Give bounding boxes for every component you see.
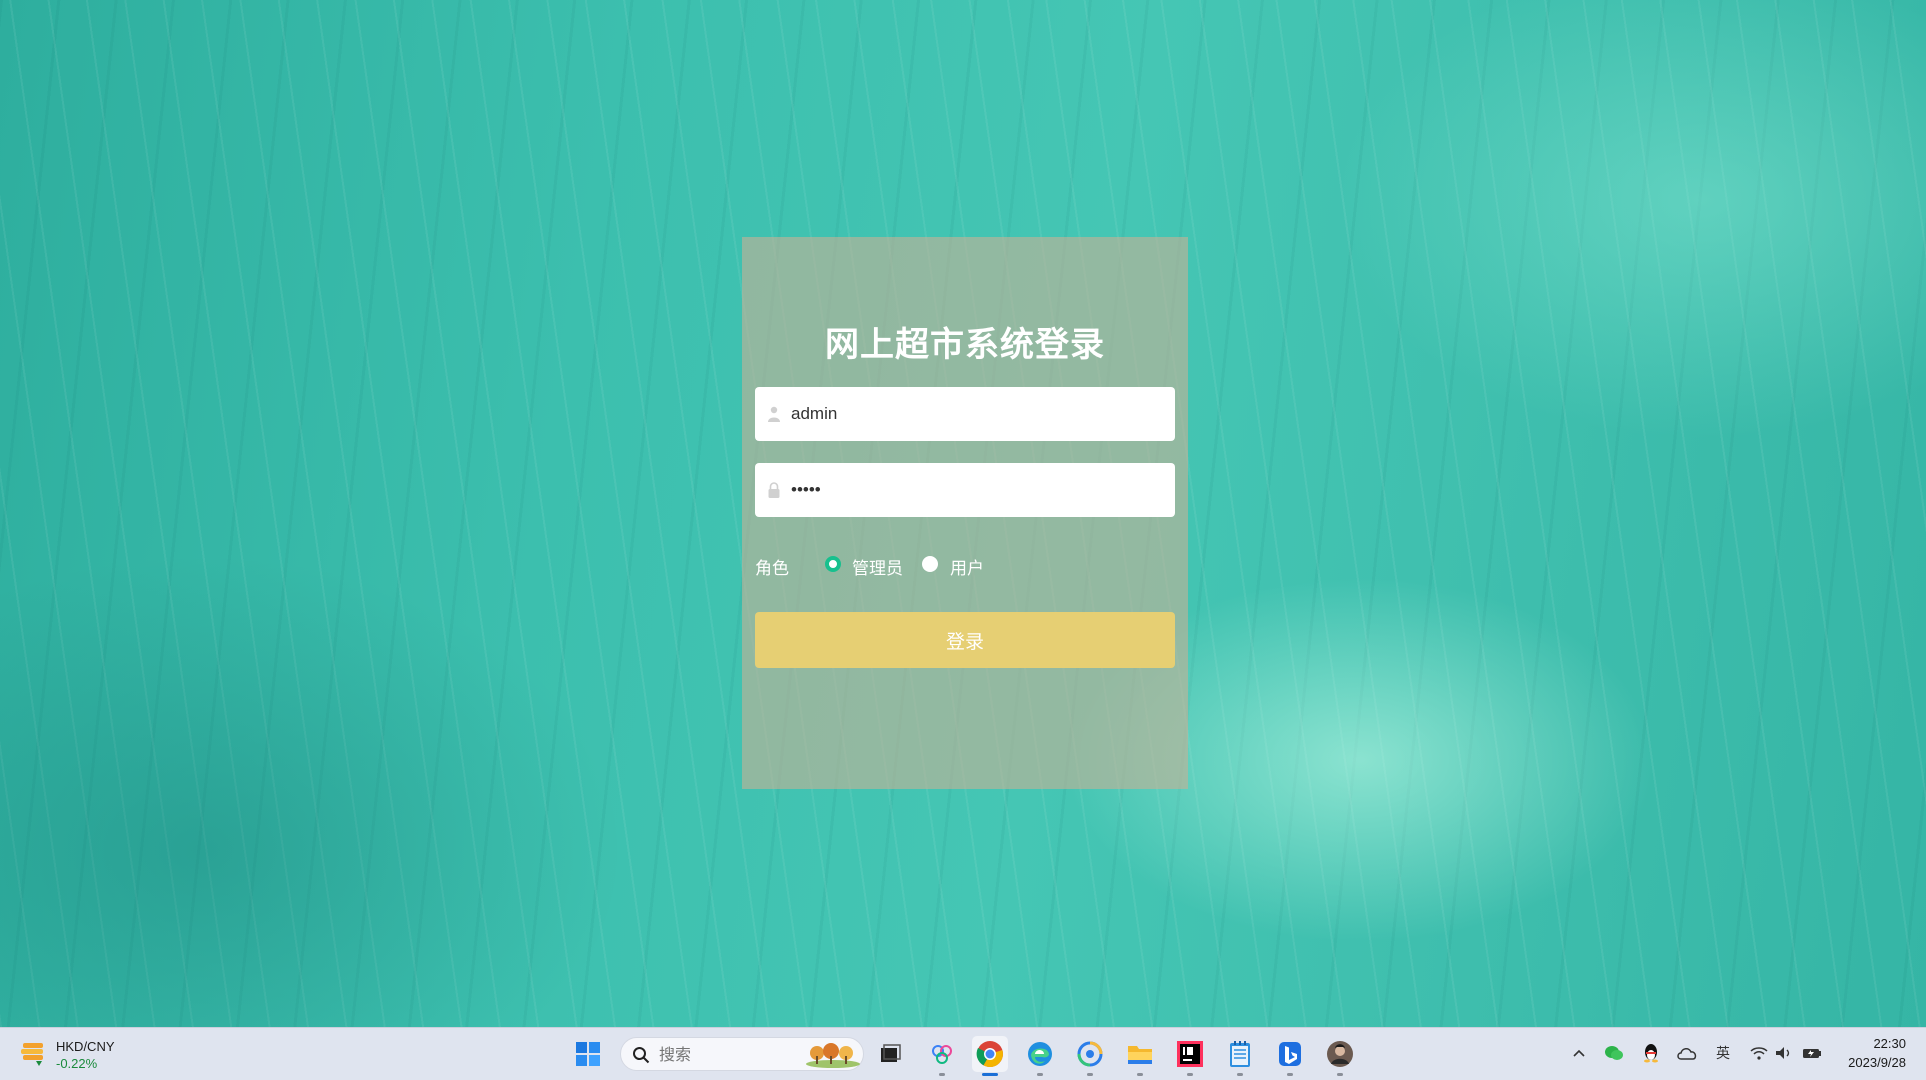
task-view-button[interactable] <box>872 1036 908 1072</box>
show-hidden-icons-button[interactable] <box>1568 1042 1590 1064</box>
search-highlight-trees-icon <box>806 1043 860 1068</box>
password-input[interactable] <box>791 463 1161 517</box>
search-icon <box>633 1047 650 1064</box>
username-input[interactable] <box>791 387 1161 441</box>
role-selector: 角色 管理员 用户 <box>755 550 1175 580</box>
exchange-rate-icon <box>21 1043 43 1066</box>
taskbar-app-chrome[interactable] <box>972 1036 1008 1076</box>
cloud-icon <box>1677 1048 1697 1060</box>
running-indicator <box>1287 1073 1293 1076</box>
currency-widget[interactable]: HKD/CNY -0.22% <box>20 1035 140 1075</box>
username-field[interactable] <box>755 387 1175 441</box>
tray-onedrive[interactable] <box>1676 1042 1698 1064</box>
qq-penguin-icon <box>1644 1044 1658 1063</box>
running-indicator <box>1137 1073 1143 1076</box>
copilot-icon <box>932 1045 952 1064</box>
currency-pair: HKD/CNY <box>56 1039 115 1054</box>
edge-dev-icon <box>1077 1041 1103 1067</box>
currency-change: -0.22% <box>56 1056 98 1071</box>
tray-wifi[interactable] <box>1748 1042 1770 1064</box>
tray-qq[interactable] <box>1640 1042 1662 1064</box>
speaker-icon <box>1776 1047 1790 1059</box>
taskbar-app-bing[interactable] <box>1272 1036 1308 1076</box>
running-indicator <box>1037 1073 1043 1076</box>
ime-label: 英 <box>1716 1046 1730 1062</box>
tray-volume[interactable] <box>1773 1042 1795 1064</box>
taskbar-app-copilot[interactable] <box>924 1036 960 1076</box>
taskbar-app-intellij[interactable] <box>1172 1036 1208 1076</box>
running-indicator <box>939 1073 945 1076</box>
chevron-up-icon <box>1573 1049 1585 1057</box>
wechat-icon <box>1605 1046 1623 1060</box>
taskbar-search[interactable] <box>620 1037 864 1071</box>
tray-ime[interactable]: 英 <box>1712 1042 1734 1064</box>
taskbar-app-browser[interactable] <box>1072 1036 1108 1076</box>
wifi-icon <box>1750 1047 1768 1060</box>
taskbar-app-edge[interactable] <box>1022 1036 1058 1076</box>
radio-user[interactable] <box>922 556 938 572</box>
radio-admin[interactable] <box>825 556 841 572</box>
login-button[interactable]: 登录 <box>755 612 1175 668</box>
taskbar-app-avatar[interactable] <box>1322 1036 1358 1076</box>
windows-start-icon <box>576 1042 600 1066</box>
intellij-icon <box>1177 1041 1203 1067</box>
role-label: 角色 <box>755 559 789 579</box>
avatar-app-icon <box>1327 1041 1353 1067</box>
lock-icon <box>768 482 780 498</box>
login-panel: 网上超市系统登录 角色 管理员 用户 登录 <box>742 237 1188 789</box>
tray-wechat[interactable] <box>1603 1042 1625 1064</box>
file-explorer-icon <box>1128 1046 1152 1064</box>
running-indicator <box>1187 1073 1193 1076</box>
system-clock[interactable]: 22:30 2023/9/28 <box>1848 1034 1906 1072</box>
user-icon <box>768 406 780 422</box>
bing-icon <box>1279 1042 1301 1066</box>
clock-time: 22:30 <box>1873 1036 1906 1051</box>
search-input[interactable] <box>659 1038 779 1070</box>
taskbar: HKD/CNY -0.22% 搜索 英 22:30 2023/9/28 <box>0 1027 1926 1080</box>
task-view-icon <box>881 1044 901 1062</box>
login-title: 网上超市系统登录 <box>825 325 1105 365</box>
desktop-wallpaper: 网上超市系统登录 角色 管理员 用户 登录 <box>0 0 1926 1027</box>
running-indicator <box>1337 1073 1343 1076</box>
running-indicator <box>1087 1073 1093 1076</box>
notepad-icon <box>1230 1041 1250 1067</box>
running-indicator <box>1237 1073 1243 1076</box>
taskbar-app-file-explorer[interactable] <box>1122 1036 1158 1076</box>
battery-charging-icon <box>1803 1049 1821 1058</box>
radio-user-label[interactable]: 用户 <box>950 554 984 579</box>
clock-date: 2023/9/28 <box>1848 1055 1906 1070</box>
edge-icon <box>1028 1042 1052 1066</box>
radio-admin-label[interactable]: 管理员 <box>852 554 903 579</box>
chrome-icon <box>976 1041 1003 1068</box>
tray-battery[interactable] <box>1801 1042 1823 1064</box>
start-button[interactable] <box>570 1036 606 1072</box>
taskbar-app-notepad[interactable] <box>1222 1036 1258 1076</box>
password-field[interactable] <box>755 463 1175 517</box>
active-indicator <box>982 1073 998 1076</box>
